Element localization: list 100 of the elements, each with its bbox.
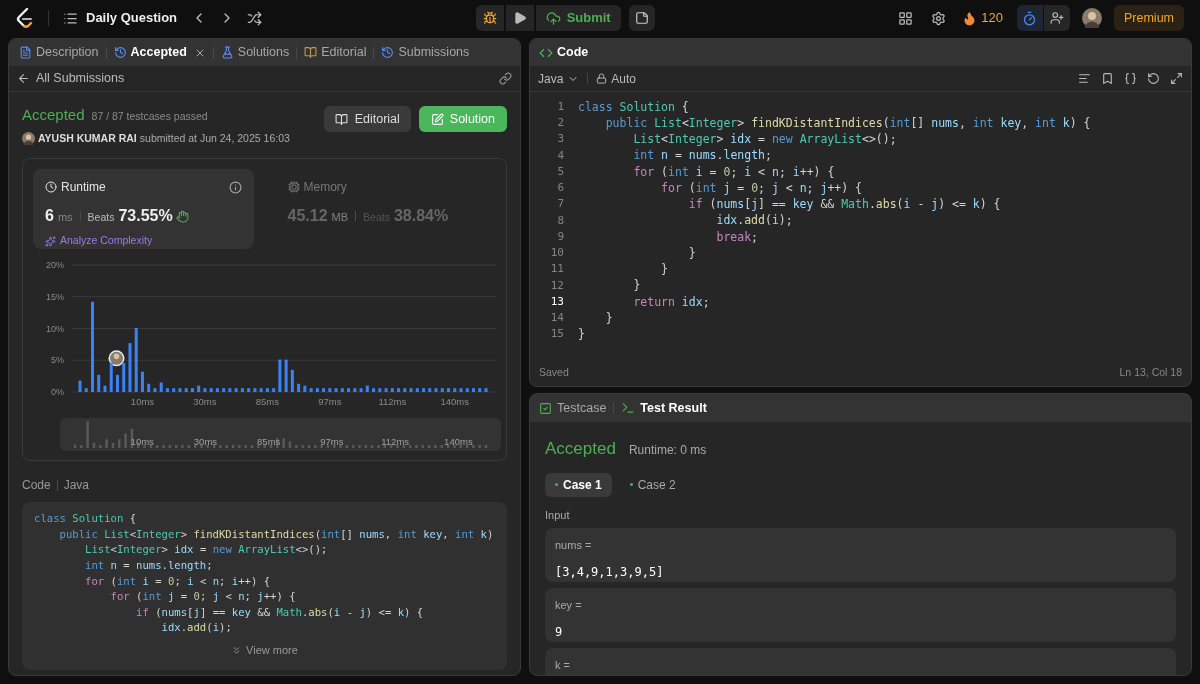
reset-icon[interactable] [1147,72,1160,85]
mode-label[interactable]: Auto [611,69,637,88]
stat-card[interactable]: Runtime 6 ms Beats 73.55% Analyze Complexity [33,169,254,250]
flask-icon [220,46,234,59]
testcases-text: 87 / 87 testcases passed [91,109,208,124]
bar [347,388,351,393]
braces-icon[interactable] [1124,72,1137,85]
bar [403,388,407,393]
streak-counter[interactable]: 120 [962,8,1003,28]
document-icon [19,46,32,59]
logo-icon[interactable] [16,8,34,28]
bar [103,385,107,393]
line-number: 3 [556,131,564,148]
bar [315,388,319,393]
bar [147,384,151,393]
code-line: idx.add(i); [160,620,232,636]
bar [353,388,357,393]
bar [97,375,101,393]
tab[interactable]: Editorial [304,43,367,62]
bar [184,388,188,393]
input-name: key = [555,598,583,613]
book-icon [304,46,318,59]
case-tab[interactable]: Case 1 [545,472,612,497]
bar [384,388,388,393]
shuffle-icon[interactable] [247,10,263,26]
run-button[interactable] [505,5,534,31]
code-line: for (int j = 0; j < n; j++) { [109,589,296,605]
bar [178,388,182,393]
invite-button[interactable] [1044,5,1070,31]
submission-time: submitted at Jun 24, 2025 16:03 [139,130,290,146]
line-number: 13 [549,293,564,310]
bar [197,385,201,393]
expand-icon[interactable] [1170,72,1183,85]
submit-button[interactable]: Submit [535,5,621,31]
link-icon[interactable] [499,72,512,85]
code-line: int n = nums.length; [632,147,772,165]
bar [440,388,444,393]
code-line: public List<Integer> findKDistantIndices(int[] nums, int key, int k) { [604,114,1091,132]
problem-list-button[interactable]: Daily Question [63,8,178,28]
code-line: break; [715,228,759,246]
author-name[interactable]: AYUSH KUMAR RAI [38,130,137,147]
axis-label: 0% [51,387,64,398]
back-link[interactable]: All Submissions [36,69,125,88]
bug-icon [482,11,497,25]
tab[interactable]: Testcase [539,398,607,418]
add-user-icon [1050,11,1064,25]
lock-icon [596,73,608,84]
debug-button[interactable] [475,5,504,31]
code-line: return idx; [632,293,710,311]
line-number: 10 [549,245,564,262]
line-number: 6 [556,180,564,197]
edit-icon [430,112,444,126]
stat-title: Runtime [61,179,106,197]
bookmark-icon[interactable] [1101,72,1114,85]
layout-icon[interactable] [898,10,914,26]
case-tab[interactable]: Case 2 [619,472,686,497]
axis-label: 30ms [193,396,217,408]
analyze-complexity-link[interactable]: Analyze Complexity [45,233,242,249]
bar [240,388,244,393]
bar [478,388,482,393]
range-selector[interactable]: 10ms 30ms 85ms 97ms 112ms 140ms [60,418,501,452]
tab[interactable]: Accepted [113,43,206,62]
editorial-button[interactable]: Editorial [323,106,411,132]
info-icon[interactable] [228,180,242,194]
code-label: Code [22,477,51,495]
stat-value: 45.12 [287,206,328,227]
code-line: int n = nums.length; [84,558,213,574]
play-icon [512,11,527,25]
tab[interactable]: Code [539,43,589,62]
timer-button[interactable] [1017,5,1043,31]
bar [322,388,326,393]
cursor-position: Ln 13, Col 18 [1119,365,1182,381]
tab[interactable]: Description [19,43,99,62]
bar [172,388,176,393]
input-name: nums = [555,538,593,553]
axis-label: 112ms [378,396,407,408]
notes-button[interactable] [628,5,655,31]
note-icon [634,11,649,25]
tab[interactable]: Test Result [621,398,707,418]
settings-icon[interactable] [931,10,947,26]
line-number: 11 [549,261,564,278]
tab[interactable]: Solutions [220,43,290,62]
beats-value: 73.55% [118,206,173,227]
bar [153,388,157,393]
avatar-icon [22,131,35,145]
view-more-button[interactable]: View more [231,642,298,659]
axis-label: 10ms [130,396,155,408]
bar [290,370,294,393]
code-line: class Solution { [578,98,689,116]
premium-button[interactable]: Premium [1114,5,1184,31]
clock-icon [45,181,57,194]
clap-icon [175,209,189,223]
format-icon[interactable] [1078,72,1091,85]
code-line: for (int j = 0; j < n; j++) { [660,179,862,197]
bar [459,388,463,393]
language-dropdown[interactable]: Java [538,69,580,88]
back-icon[interactable] [17,72,30,85]
axis-label: 10% [46,323,64,334]
tab[interactable]: Submissions [381,43,470,62]
code-line: List<Integer> idx = new ArrayList<>(); [632,131,897,148]
